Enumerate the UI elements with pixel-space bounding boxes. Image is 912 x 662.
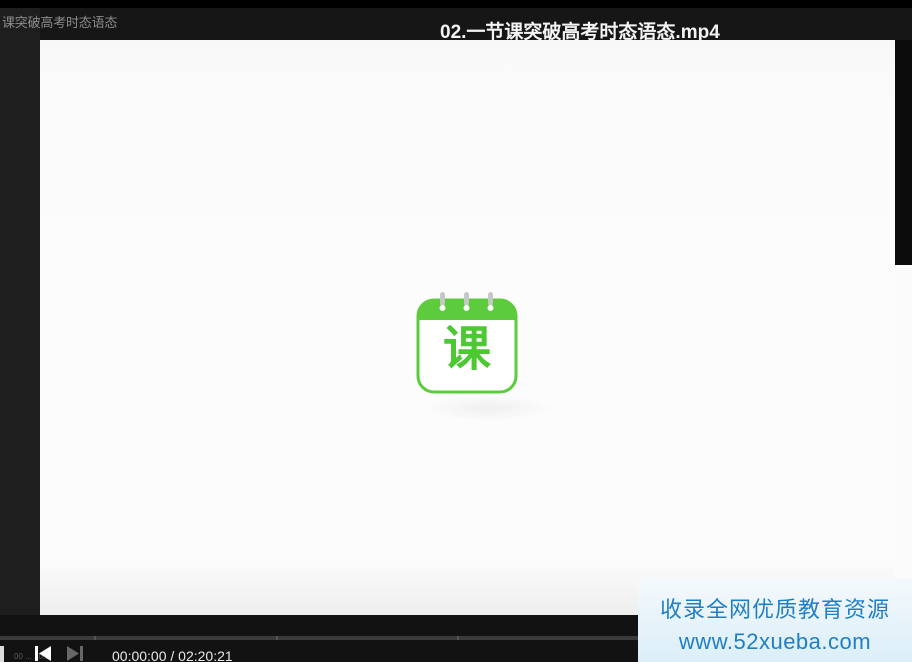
video-player-window: 课突破高考时态语态 02.一节课突破高考时态语态.mp4 课 00 ... 10… bbox=[0, 0, 912, 662]
watermark: 收录全网优质教育资源 www.52xueba.com bbox=[638, 578, 912, 662]
skip-forward-icon[interactable] bbox=[64, 645, 86, 662]
time-display: 00:00:00 / 02:20:21 bbox=[112, 648, 233, 662]
left-panel bbox=[0, 8, 40, 623]
seek-tick bbox=[457, 636, 459, 640]
control-edge bbox=[0, 646, 4, 662]
breadcrumb: 课突破高考时态语态 bbox=[2, 15, 118, 30]
logo-character: 课 bbox=[442, 321, 491, 377]
logo-shadow bbox=[424, 395, 554, 421]
seek-tick bbox=[276, 636, 278, 640]
seek-tick bbox=[94, 636, 96, 640]
watermark-url: www.52xueba.com bbox=[678, 629, 872, 654]
top-bar bbox=[0, 0, 912, 8]
skip-back-icon[interactable] bbox=[33, 645, 53, 662]
video-frame-edge bbox=[895, 265, 912, 615]
course-logo: 课 bbox=[416, 290, 518, 394]
watermark-slogan: 收录全网优质教育资源 bbox=[659, 597, 890, 622]
right-panel bbox=[895, 40, 912, 265]
